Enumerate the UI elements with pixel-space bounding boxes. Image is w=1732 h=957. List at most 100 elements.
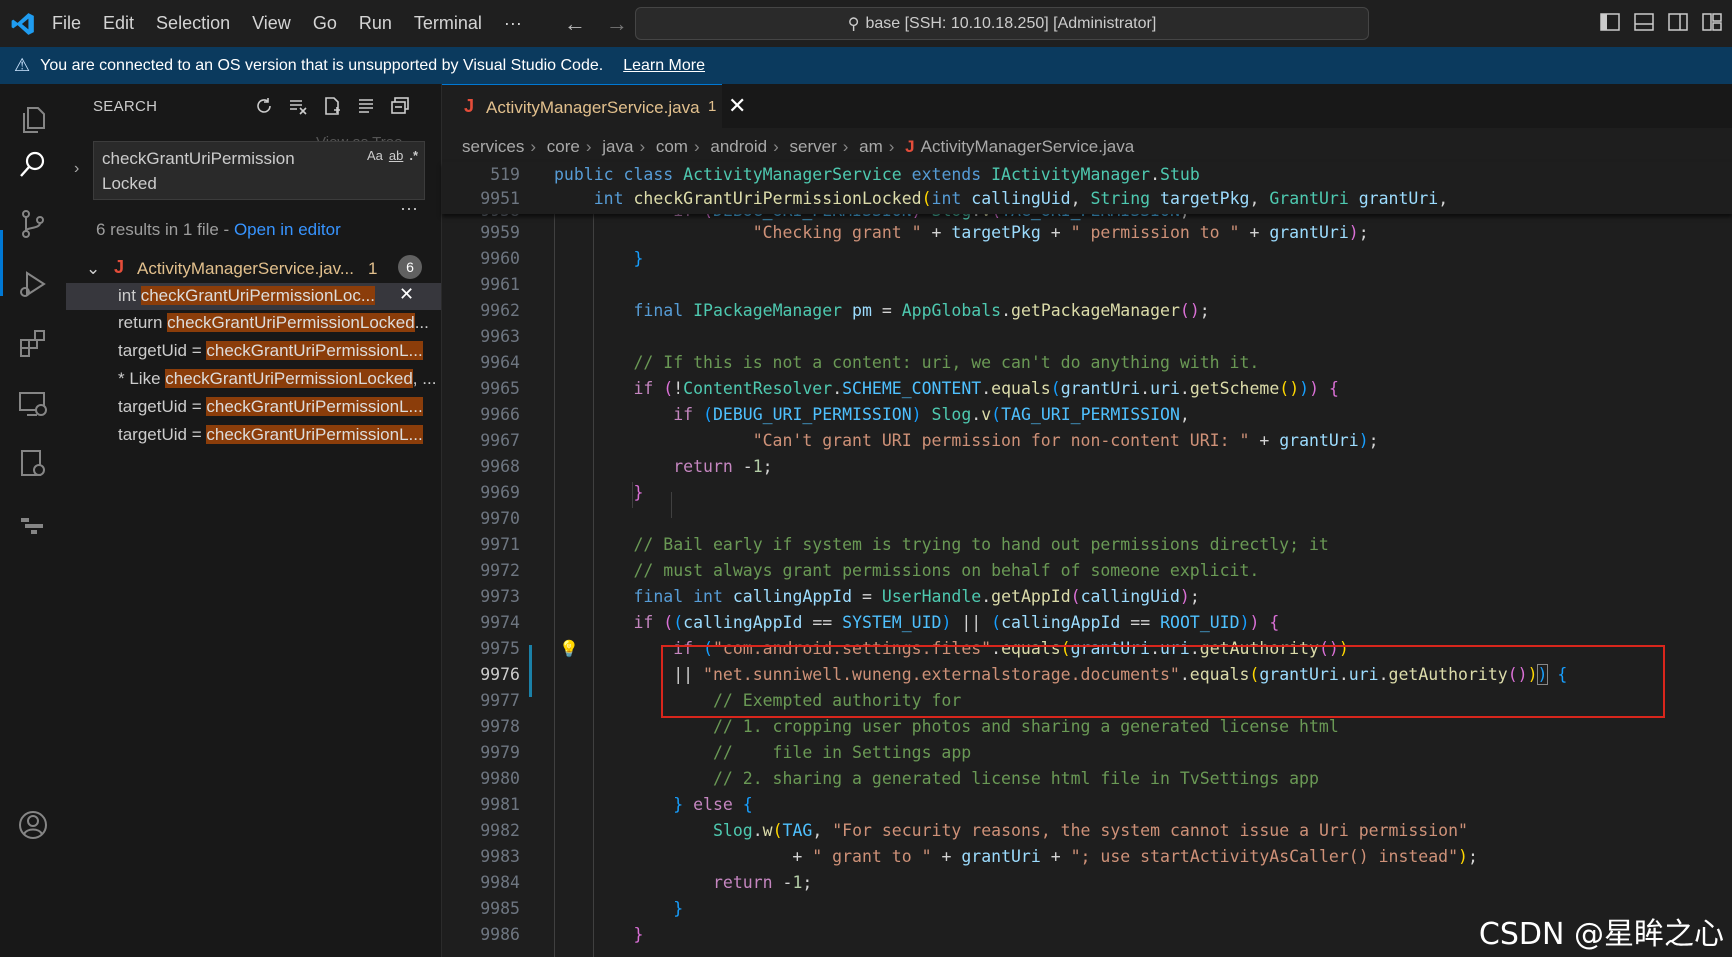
toggle-panel-icon[interactable] [1634,12,1654,32]
customize-layout-icon[interactable] [1702,12,1722,32]
use-regex-toggle[interactable]: .* [409,148,418,163]
timeline-icon[interactable] [17,508,49,540]
code-line: int checkGrantUriPermissionLocked(int ca… [593,189,1449,208]
code-line: "Can't grant URI permission for non-cont… [752,431,1379,450]
toggle-search-details-button[interactable]: ··· [400,198,418,219]
line-number: 9960 [480,249,520,268]
breadcrumb-item[interactable]: am [859,137,883,156]
breadcrumb-item[interactable]: server [790,137,837,156]
match-row[interactable]: return checkGrantUriPermissionLocked... [66,310,441,337]
vscode-logo-icon [11,12,34,35]
tab-bar: J ActivityManagerService.java 1 ✕ [442,84,1732,129]
menu-run[interactable]: Run [359,13,392,34]
code-line: } [633,483,644,502]
menu-more[interactable]: ··· [504,13,522,34]
line-number: 9968 [480,457,520,476]
result-file-row[interactable]: ⌄ J ActivityManagerService.jav... 1 6 [66,255,441,283]
toggle-secondary-sidebar-icon[interactable] [1668,12,1688,32]
close-tab-icon[interactable]: ✕ [728,93,746,119]
annotation-highlight-box [661,645,1665,718]
menu-edit[interactable]: Edit [103,13,134,34]
code-line: // 2. sharing a generated license html f… [712,769,1319,788]
search-query[interactable]: checkGrantUriPermission Locked [102,146,307,196]
menu-selection[interactable]: Selection [156,13,230,34]
source-control-icon[interactable] [17,208,49,240]
toggle-primary-sidebar-icon[interactable] [1600,12,1620,32]
dismiss-match-icon[interactable]: ✕ [399,284,414,305]
title-bar: File Edit Selection View Go Run Terminal… [0,0,1732,47]
breadcrumb-item[interactable]: core [547,137,580,156]
command-center[interactable]: ⚲ base [SSH: 10.10.18.250] [Administrato… [635,7,1369,40]
match-case-toggle[interactable]: Aa [367,148,383,163]
view-as-tree-icon[interactable] [356,96,376,116]
menu-file[interactable]: File [52,13,81,34]
code-editor[interactable]: 519 public class ActivityManagerService e… [442,162,1732,957]
search-icon: ⚲ [847,15,860,33]
line-number: 9962 [480,301,520,320]
breadcrumb-item[interactable]: services [462,137,524,156]
code-line: } [633,249,644,268]
refresh-icon[interactable] [254,96,274,116]
search-input[interactable]: checkGrantUriPermission Locked Aa ab .* [93,141,425,200]
result-count-badge: 6 [398,255,422,279]
breadcrumb-item[interactable]: com [656,137,688,156]
breadcrumb: services › core › java › com › android › serv… [462,137,1135,156]
line-number: 9972 [480,561,520,580]
tab-activity-manager-service[interactable]: J ActivityManagerService.java 1 ✕ [442,84,746,129]
chevron-down-icon[interactable]: ⌄ [86,259,100,279]
search-icon[interactable] [17,148,49,180]
match-highlight: checkGrantUriPermissionLoc... [140,286,375,305]
collapse-all-icon[interactable] [390,96,410,116]
code-line: return -1; [673,457,773,476]
banner-message: You are connected to an OS version that … [40,56,604,74]
line-number: 9970 [480,509,520,528]
explorer-icon[interactable] [17,104,49,136]
accounts-icon[interactable] [17,809,49,841]
match-highlight: checkGrantUriPermissionL... [206,341,423,360]
match-row[interactable]: targetUid = checkGrantUriPermissionL... [66,338,441,365]
line-number: 9976 [480,665,520,684]
back-arrow-icon[interactable]: ← [564,11,586,37]
search-sidebar: SEARCH View as Tree › checkGrantUriPermi… [66,84,442,957]
match-row[interactable]: * Like checkGrantUriPermissionLocked, ..… [66,366,441,393]
open-in-editor-link[interactable]: Open in editor [234,220,341,239]
code-line: } else { [673,795,753,814]
match-row[interactable]: targetUid = checkGrantUriPermissionL... [66,394,441,421]
match-row[interactable]: targetUid = checkGrantUriPermissionL... [66,422,441,449]
line-number: 9966 [480,405,520,424]
clear-results-icon[interactable] [288,96,308,116]
menu-terminal[interactable]: Terminal [414,13,482,34]
extensions-icon[interactable] [17,328,49,360]
remote-settings-icon[interactable] [17,448,49,480]
sticky-scroll: 519 public class ActivityManagerService e… [442,162,1732,214]
activity-bar [0,84,67,957]
menu-go[interactable]: Go [313,13,337,34]
code-line: } [633,925,644,944]
new-search-editor-icon[interactable] [322,96,342,116]
line-number: 9979 [480,743,520,762]
remote-explorer-icon[interactable] [17,388,49,420]
breadcrumb-item[interactable]: java [602,137,633,156]
code-line: "Checking grant " + targetPkg + " permis… [752,223,1369,242]
learn-more-link[interactable]: Learn More [623,57,705,75]
forward-arrow-icon[interactable]: → [606,11,628,37]
line-number: 9965 [480,379,520,398]
toggle-replace-chevron-icon[interactable]: › [74,160,79,178]
code-line: public class ActivityManagerService exte… [554,165,1200,184]
code-line: Slog.w(TAG, "For security reasons, the s… [712,821,1468,840]
line-number: 9961 [480,275,520,294]
line-number: 9963 [480,327,520,346]
breadcrumb-item[interactable]: ActivityManagerService.java [921,137,1135,156]
line-number: 9985 [480,899,520,918]
modified-lines-gutter-marker [529,645,532,697]
search-options: Aa ab .* [367,148,418,163]
editor-area: J ActivityManagerService.java 1 ✕ servic… [442,84,1732,957]
command-center-label: base [SSH: 10.10.18.250] [Administrator] [865,14,1157,32]
match-whole-word-toggle[interactable]: ab [389,148,403,163]
menu-view[interactable]: View [252,13,291,34]
match-row[interactable]: int checkGrantUriPermissionLoc... ✕ [66,283,441,310]
result-summary: 6 results in 1 file - Open in editor [96,220,341,240]
breadcrumb-item[interactable]: android [710,137,767,156]
line-number: 9975 [480,639,520,658]
run-debug-icon[interactable] [17,268,49,300]
